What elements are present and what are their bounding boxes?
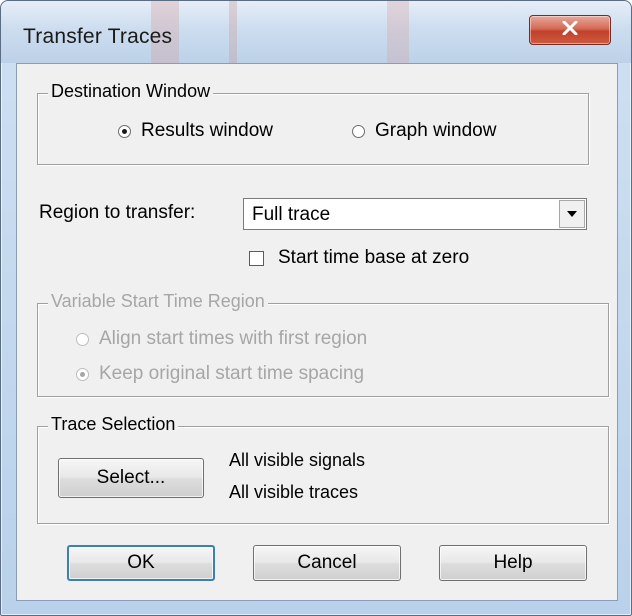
help-button[interactable]: Help (439, 545, 587, 581)
trace-selection-label: Trace Selection (48, 414, 179, 435)
visible-signals-info: All visible signals (229, 450, 366, 470)
title-bar[interactable]: Transfer Traces (1, 1, 631, 63)
visible-traces-info: All visible traces (229, 482, 359, 502)
radio-align-start-times[interactable]: Align start times with first region (76, 328, 367, 350)
select-button[interactable]: Select... (58, 458, 204, 498)
radio-results-window[interactable]: Results window (118, 120, 273, 142)
radio-graph-window-label: Graph window (375, 120, 497, 141)
close-button[interactable] (529, 15, 611, 45)
cancel-button[interactable]: Cancel (253, 545, 401, 581)
region-select-value: Full trace (252, 204, 331, 225)
close-icon (562, 20, 578, 40)
radio-keep-original-spacing-label: Keep original start time spacing (99, 363, 365, 384)
dialog-title: Transfer Traces (23, 25, 173, 48)
trace-selection-group: Trace Selection Select... All visible si… (37, 414, 609, 524)
title-bar-background-streak (229, 1, 237, 63)
chevron-down-icon (566, 205, 578, 223)
destination-window-group: Destination Window Results window Graph … (37, 81, 589, 165)
variable-start-time-region-label: Variable Start Time Region (48, 291, 268, 312)
radio-results-window-label: Results window (141, 120, 273, 141)
ok-button[interactable]: OK (67, 545, 215, 581)
dialog-client-area: Destination Window Results window Graph … (16, 63, 618, 601)
radio-indicator (352, 124, 365, 138)
region-select[interactable]: Full trace (243, 198, 587, 230)
region-to-transfer-label: Region to transfer: (39, 202, 196, 223)
radio-keep-original-spacing[interactable]: Keep original start time spacing (76, 363, 364, 385)
radio-selected-indicator (118, 124, 131, 138)
start-time-zero-checkbox[interactable]: Start time base at zero (249, 247, 469, 269)
variable-start-time-region-group: Variable Start Time Region Align start t… (37, 291, 609, 397)
dropdown-button[interactable] (559, 200, 585, 228)
radio-graph-window[interactable]: Graph window (352, 120, 496, 142)
transfer-traces-dialog: Transfer Traces Destination Window Resul… (0, 0, 632, 616)
start-time-zero-label: Start time base at zero (278, 247, 470, 268)
destination-window-label: Destination Window (48, 81, 214, 102)
radio-indicator (76, 332, 89, 346)
radio-selected-indicator (76, 367, 89, 381)
checkbox-box[interactable] (249, 250, 264, 266)
title-bar-background-streak (387, 1, 409, 63)
radio-align-start-times-label: Align start times with first region (99, 328, 368, 349)
